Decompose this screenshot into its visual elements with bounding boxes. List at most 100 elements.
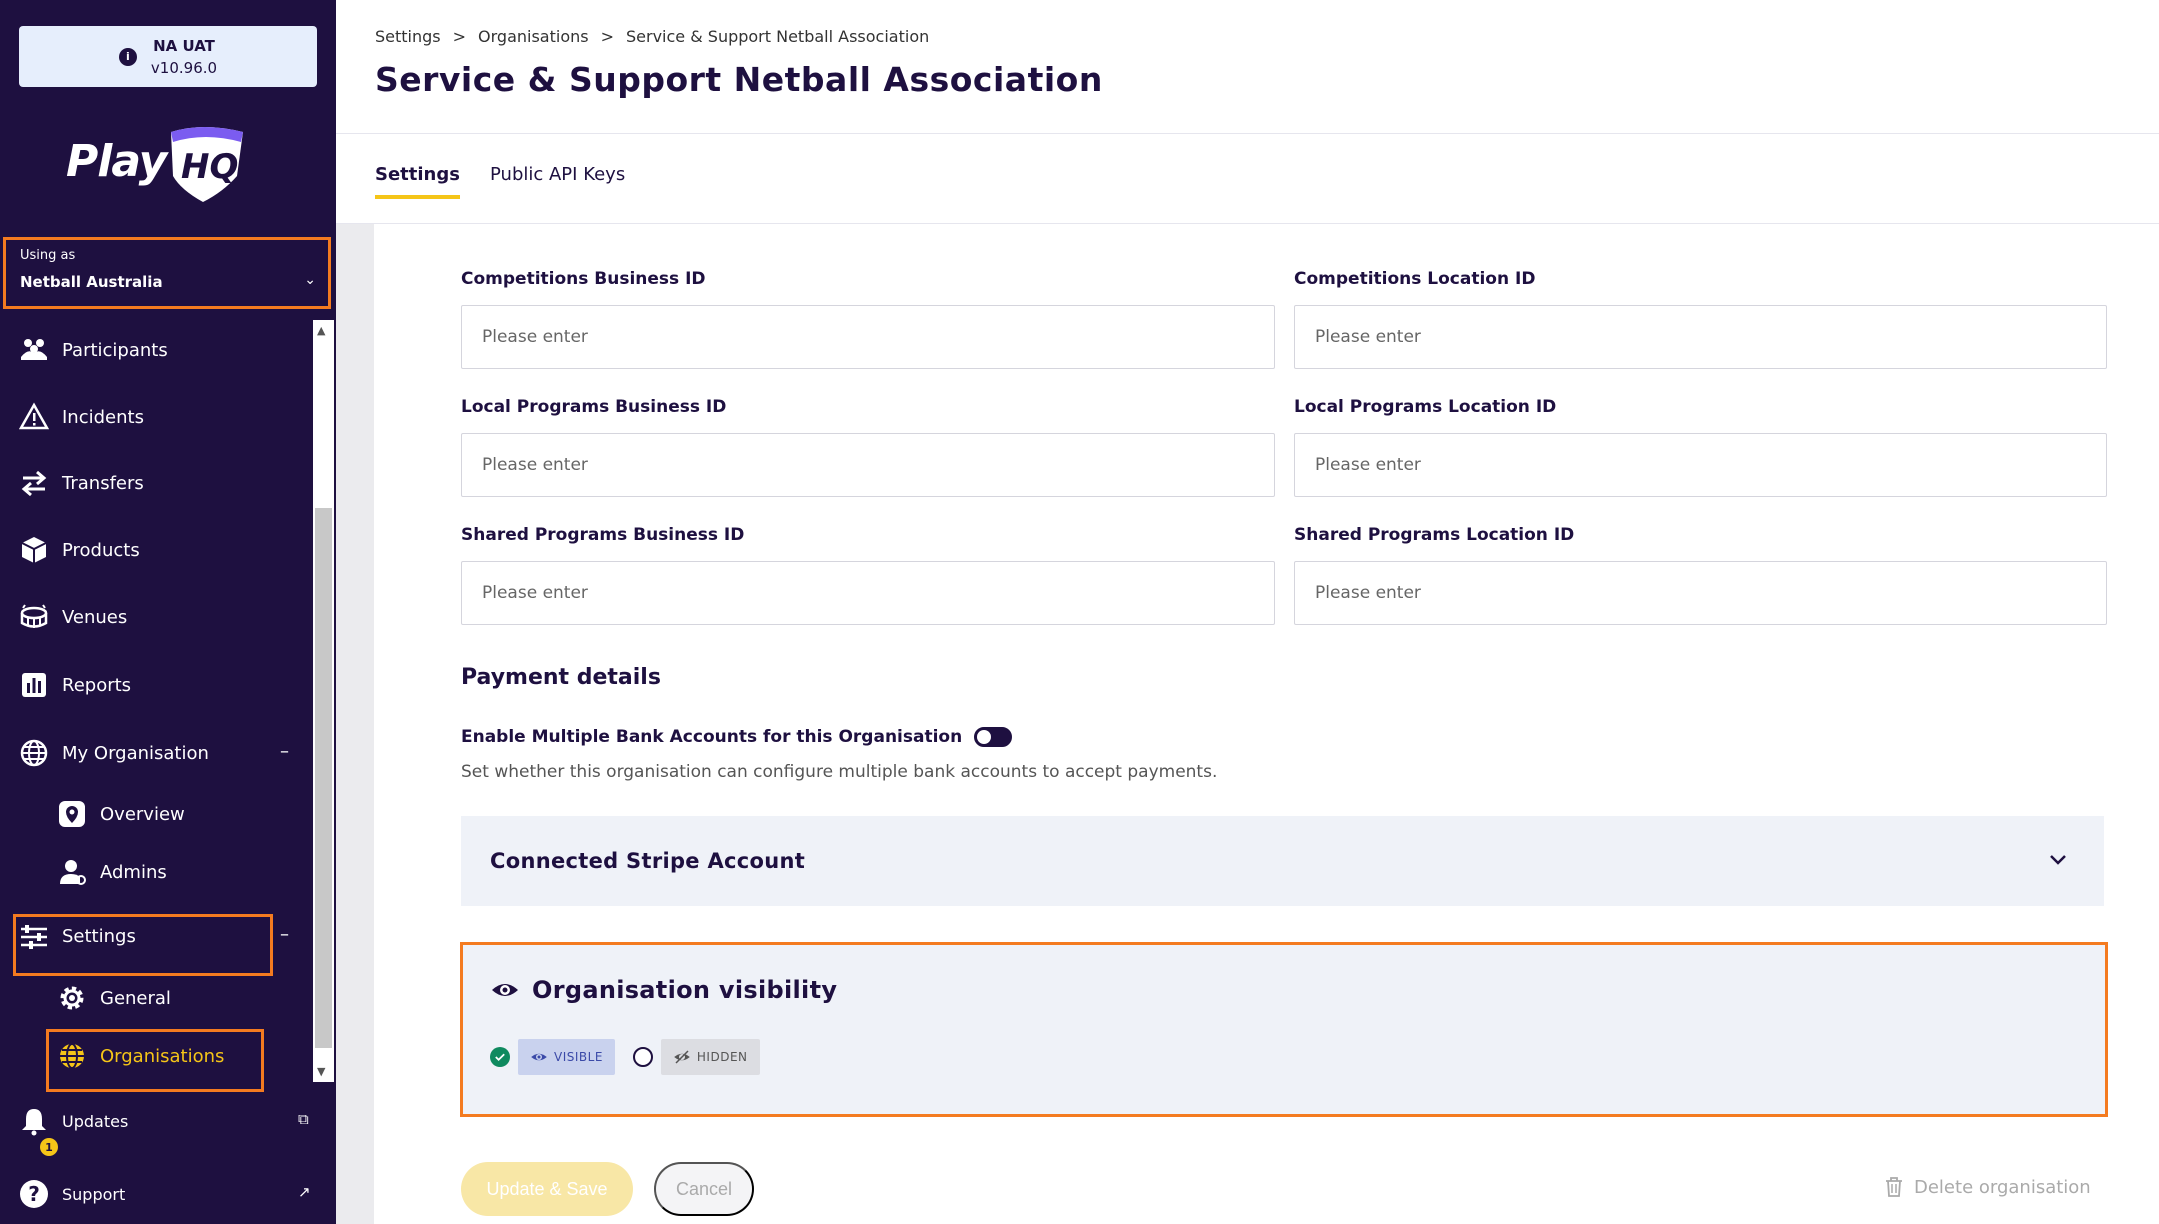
tab-bar: Settings Public API Keys: [336, 134, 2159, 224]
stadium-icon: [18, 601, 50, 633]
sidebar-item-incidents[interactable]: Incidents: [18, 397, 144, 437]
shared-programs-business-id-label: Shared Programs Business ID: [461, 525, 745, 545]
sidebar-item-label: Products: [62, 539, 140, 561]
scrollbar-thumb[interactable]: [315, 508, 332, 1048]
sidebar-item-label: Organisations: [100, 1045, 225, 1067]
scroll-down-icon[interactable]: ▼: [317, 1065, 325, 1078]
page-title: Service & Support Netball Association: [375, 60, 1103, 99]
sidebar-item-my-organisation[interactable]: My Organisation: [18, 733, 209, 773]
trash-icon: [1886, 1177, 1902, 1197]
sliders-icon: [18, 920, 50, 952]
scroll-up-icon[interactable]: ▲: [317, 324, 325, 337]
local-programs-business-id-input[interactable]: Please enter: [461, 433, 1275, 497]
organisation-switcher[interactable]: Using as Netball Australia ⌄: [3, 237, 331, 309]
multiple-bank-accounts-row: Enable Multiple Bank Accounts for this O…: [461, 727, 1013, 747]
competitions-location-id-label: Competitions Location ID: [1294, 269, 1536, 289]
competitions-location-id-input[interactable]: Please enter: [1294, 305, 2107, 369]
sidebar-item-overview[interactable]: Overview: [56, 794, 185, 834]
chevron-down-icon: ⌄: [304, 272, 316, 288]
visible-radio[interactable]: [490, 1047, 510, 1067]
bell-icon: [18, 1105, 50, 1137]
cancel-button[interactable]: Cancel: [654, 1162, 754, 1216]
sidebar-item-support[interactable]: ? Support: [18, 1174, 125, 1214]
sidebar-item-products[interactable]: Products: [18, 530, 140, 570]
sidebar-item-settings[interactable]: Settings: [18, 916, 136, 956]
sidebar-item-label: Support: [62, 1184, 126, 1204]
sidebar-item-label: General: [100, 987, 171, 1009]
breadcrumb-separator: >: [452, 27, 467, 46]
using-as-value: Netball Australia: [20, 273, 163, 291]
external-link-icon: ⧉: [298, 1110, 309, 1128]
tab-settings[interactable]: Settings: [375, 164, 460, 199]
shared-programs-business-id-input[interactable]: Please enter: [461, 561, 1275, 625]
main-content: Settings > Organisations > Service & Sup…: [336, 0, 2159, 1224]
bar-chart-icon: [18, 669, 50, 701]
sidebar-item-label: Incidents: [62, 406, 144, 428]
sidebar-item-label: Settings: [62, 925, 136, 947]
logo-badge: HQ: [181, 147, 238, 187]
box-icon: [18, 534, 50, 566]
svg-text:?: ?: [28, 1182, 40, 1206]
sidebar-item-general[interactable]: General: [56, 978, 171, 1018]
globe-icon: [18, 737, 50, 769]
shared-programs-location-id-input[interactable]: Please enter: [1294, 561, 2107, 625]
warning-icon: [18, 401, 50, 433]
env-version: v10.96.0: [150, 58, 218, 77]
sidebar-scrollbar[interactable]: ▲ ▼: [313, 320, 334, 1082]
environment-badge: i NA UAT v10.96.0: [19, 26, 317, 87]
update-save-button[interactable]: Update & Save: [461, 1162, 633, 1216]
participants-icon: [18, 334, 50, 366]
sidebar-item-admins[interactable]: Admins: [56, 852, 167, 892]
sidebar-item-label: Updates: [62, 1111, 129, 1131]
sidebar-item-label: My Organisation: [62, 742, 209, 764]
content-gutter: [336, 224, 374, 1224]
hidden-radio[interactable]: [632, 1047, 653, 1067]
connected-stripe-account-panel[interactable]: Connected Stripe Account: [461, 816, 2104, 906]
visible-chip[interactable]: VISIBLE: [518, 1039, 615, 1075]
sidebar-item-updates[interactable]: Updates: [18, 1101, 128, 1141]
sidebar-item-transfers[interactable]: Transfers: [18, 463, 144, 503]
multiple-bank-accounts-label: Enable Multiple Bank Accounts for this O…: [461, 727, 963, 747]
chevron-down-icon[interactable]: [2046, 848, 2070, 872]
multiple-bank-accounts-toggle[interactable]: [974, 727, 1013, 747]
check-icon: [495, 1053, 505, 1062]
breadcrumb-organisations[interactable]: Organisations: [478, 27, 589, 46]
sidebar-item-participants[interactable]: Participants: [18, 330, 168, 370]
delete-organisation-button[interactable]: Delete organisation: [1884, 1176, 2091, 1198]
transfer-arrows-icon: [18, 467, 50, 499]
breadcrumb-separator: >: [600, 27, 614, 46]
organisation-visibility-title: Organisation visibility: [532, 976, 838, 1004]
collapse-my-organisation-icon[interactable]: –: [280, 741, 289, 762]
hidden-chip[interactable]: HIDDEN: [660, 1039, 760, 1075]
local-programs-location-id-label: Local Programs Location ID: [1294, 397, 1557, 417]
breadcrumb: Settings > Organisations > Service & Sup…: [375, 27, 929, 46]
eye-icon: [492, 984, 518, 996]
connected-stripe-account-title: Connected Stripe Account: [490, 849, 806, 873]
visibility-options: VISIBLE HIDDEN: [490, 1039, 760, 1075]
payment-details-title: Payment details: [461, 665, 661, 690]
local-programs-business-id-label: Local Programs Business ID: [461, 397, 727, 417]
sidebar-item-reports[interactable]: Reports: [18, 665, 131, 705]
help-circle-icon: ?: [18, 1178, 50, 1210]
visible-label: VISIBLE: [554, 1050, 603, 1064]
collapse-settings-icon[interactable]: –: [280, 924, 289, 945]
sidebar-item-label: Transfers: [62, 472, 144, 494]
sidebar-item-organisations[interactable]: Organisations: [56, 1036, 224, 1076]
playhq-logo[interactable]: Play HQ: [66, 124, 246, 208]
hidden-label: HIDDEN: [696, 1050, 748, 1064]
updates-count-badge: 1: [40, 1138, 58, 1156]
competitions-business-id-label: Competitions Business ID: [461, 269, 706, 289]
multiple-bank-accounts-help: Set whether this organisation can config…: [461, 762, 1218, 782]
local-programs-location-id-input[interactable]: Please enter: [1294, 433, 2107, 497]
settings-form: Competitions Business ID Please enter Co…: [336, 224, 2159, 1224]
logo-text: Play: [66, 136, 167, 187]
admin-user-icon: [56, 856, 88, 888]
sidebar-item-label: Admins: [100, 861, 167, 883]
delete-organisation-label: Delete organisation: [1914, 1176, 2091, 1198]
competitions-business-id-input[interactable]: Please enter: [461, 305, 1275, 369]
breadcrumb-settings[interactable]: Settings: [375, 27, 441, 46]
external-link-icon: ↗: [298, 1183, 311, 1201]
tab-public-api-keys[interactable]: Public API Keys: [490, 164, 625, 195]
sidebar: i NA UAT v10.96.0 Play HQ Using as Netba…: [0, 0, 336, 1224]
sidebar-item-venues[interactable]: Venues: [18, 597, 127, 637]
